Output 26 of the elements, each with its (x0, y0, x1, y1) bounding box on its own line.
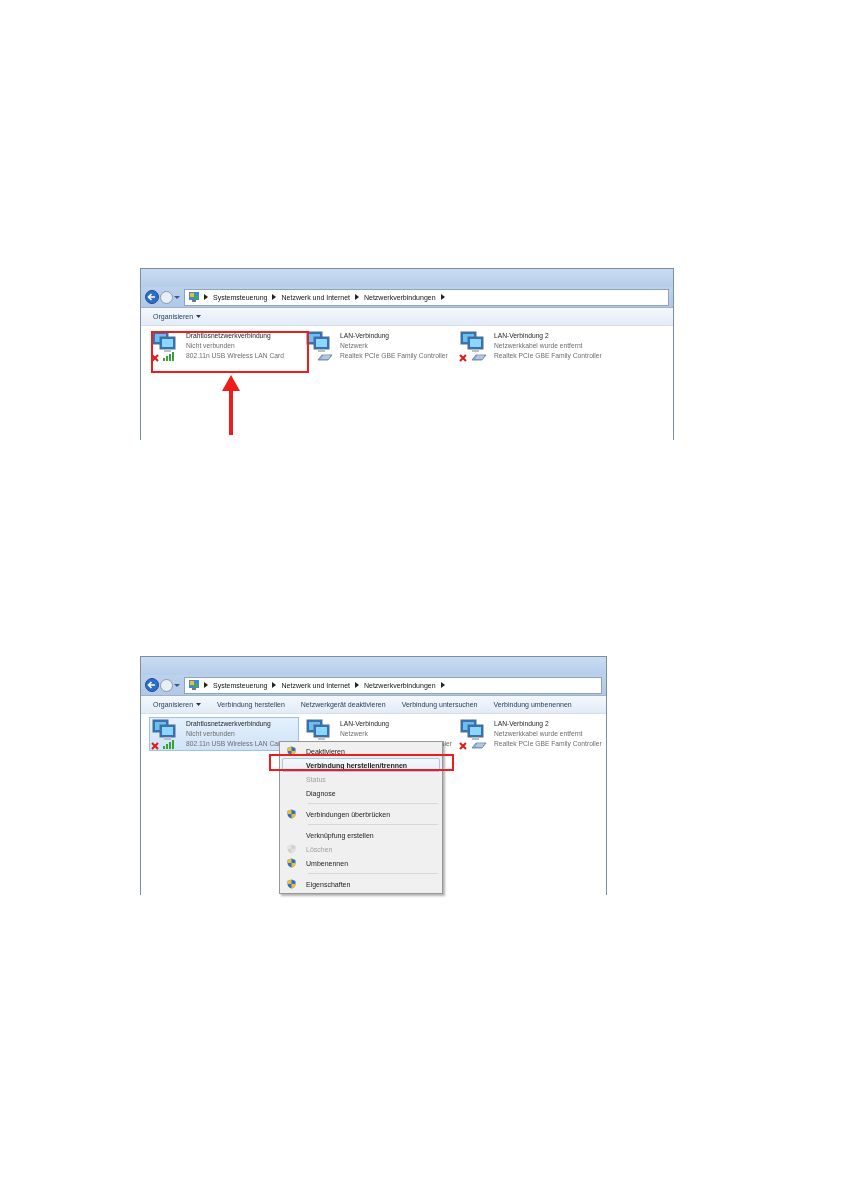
chevron-icon (354, 682, 359, 688)
chevron-icon (204, 294, 208, 300)
back-icon[interactable] (145, 678, 159, 692)
network-plug-icon (317, 352, 333, 361)
chevron-icon (272, 294, 277, 300)
signal-bars-icon (163, 739, 176, 749)
control-panel-icon (189, 292, 199, 302)
caret-icon[interactable] (174, 682, 180, 688)
chevron-icon (204, 682, 208, 688)
computers-icon (306, 330, 332, 354)
chevron-icon (440, 294, 445, 300)
signal-bars-icon (163, 351, 176, 361)
chevron-icon (272, 682, 277, 688)
computers-icon (460, 330, 486, 354)
chevron-icon (354, 294, 359, 300)
computers-icon (152, 330, 178, 354)
caret-icon[interactable] (174, 294, 180, 300)
arrow (221, 375, 241, 435)
network-plug-icon (471, 352, 487, 361)
chevron-icon (440, 682, 445, 688)
computers-icon (460, 718, 486, 742)
computers-icon (306, 718, 332, 742)
back-icon[interactable] (145, 290, 159, 304)
control-panel-icon (189, 680, 199, 690)
computers-icon (152, 718, 178, 742)
network-plug-icon (471, 740, 487, 749)
